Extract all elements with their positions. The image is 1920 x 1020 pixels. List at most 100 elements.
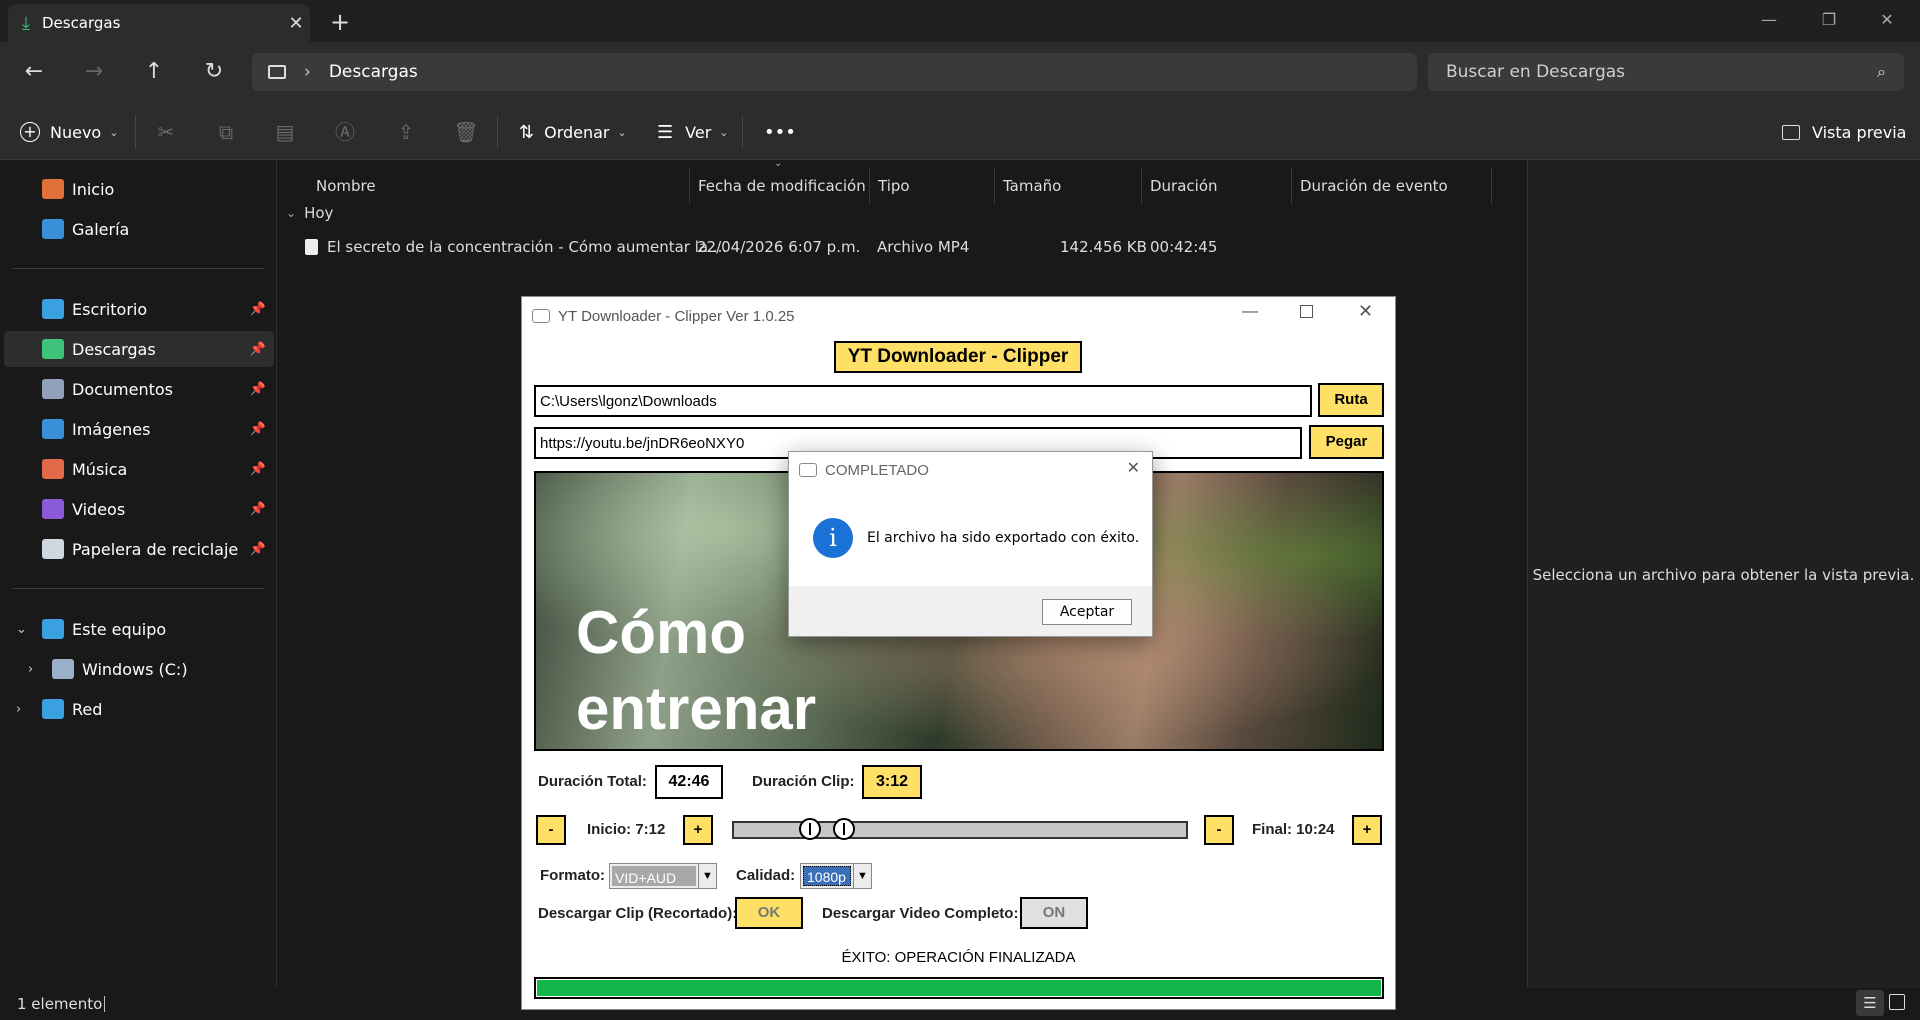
new-button[interactable]: + Nuevo ⌄ [20,118,118,146]
chevron-right-icon[interactable]: › [28,662,33,677]
forward-icon[interactable]: → [76,56,112,88]
status-text: ÉXITO: OPERACIÓN FINALIZADA [841,949,1076,966]
sidebar-item-6[interactable]: Música 📌 [4,451,274,487]
details-view-icon[interactable]: ☰ [1856,990,1884,1016]
format-select[interactable]: VID+AUD ▼ [609,863,717,889]
share-icon[interactable]: ⇪ [391,118,421,146]
range-slider[interactable] [732,818,1188,840]
column-header-duration[interactable]: Duración [1142,168,1292,204]
file-duration: 00:42:45 [1150,238,1218,256]
search-box[interactable]: Buscar en Descargas ⌕ [1428,53,1904,91]
dialog-close-icon[interactable]: ✕ [1127,458,1140,478]
sidebar-item-4[interactable]: Documentos 📌 [4,371,274,407]
desktop-icon [42,299,64,319]
up-icon[interactable]: ↑ [136,56,172,88]
thumbnail-line-2: entrenar [576,675,817,742]
divider [497,115,498,149]
close-tab-icon[interactable]: ✕ [282,13,310,34]
end-handle[interactable] [832,818,855,840]
tab-title: Descargas [41,14,121,32]
cut-icon[interactable]: ✂ [151,118,181,146]
rename-icon[interactable]: Ⓐ [330,118,360,146]
app-window-title: YT Downloader - Clipper Ver 1.0.25 [558,307,795,325]
download-full-label: Descargar Video Completo: [822,905,1019,922]
sidebar-item-9[interactable]: Este equipo ⌄ [4,611,274,647]
path-button[interactable]: Ruta [1318,383,1384,417]
recycle-bin-icon [42,539,64,559]
thumbnail-title: Cómo entrenar [576,595,816,747]
start-handle[interactable] [799,818,822,840]
download-clip-button[interactable]: OK [735,897,803,929]
download-full-button[interactable]: ON [1020,897,1088,929]
view-label: Ver [685,122,712,142]
chevron-right-icon[interactable]: › [16,702,21,717]
end-minus-button[interactable]: - [1204,815,1234,845]
sidebar-item-5[interactable]: Imágenes 📌 [4,411,274,447]
progress-bar [534,977,1384,999]
sidebar-item-label: Descargas [72,339,156,359]
new-tab-icon[interactable]: + [325,8,355,38]
sidebar-item-0[interactable]: Inicio [4,171,274,207]
app-close-icon[interactable]: ✕ [1358,301,1373,322]
sidebar-item-11[interactable]: Red › [4,691,274,727]
more-options-button[interactable]: ••• [764,118,796,146]
ok-button[interactable]: Aceptar [1042,599,1132,625]
sidebar-item-label: Red [72,699,103,719]
preview-pane-button[interactable]: Vista previa [1782,118,1906,146]
divider [135,115,136,149]
close-window-icon[interactable]: ✕ [1864,4,1910,36]
download-icon [42,339,64,359]
sidebar-item-2[interactable]: Escritorio 📌 [4,291,274,327]
restore-icon[interactable]: ❐ [1806,4,1852,36]
total-duration-label: Duración Total: [538,773,647,790]
file-row[interactable]: El secreto de la concentración - Cómo au… [300,234,1492,262]
file-type: Archivo MP4 [877,238,970,256]
paste-icon[interactable]: ▤ [270,118,300,146]
sidebar-item-10[interactable]: Windows (C:) › [4,651,274,687]
copy-icon[interactable]: ⧉ [211,118,241,146]
start-plus-button[interactable]: + [683,815,713,845]
sidebar-divider [12,268,264,269]
navigation-pane [0,160,277,988]
view-button[interactable]: ☰ Ver ⌄ [657,118,728,146]
format-label: Formato: [540,867,605,884]
quality-select[interactable]: 1080p ▼ [800,863,872,889]
column-header-event-duration[interactable]: Duración de evento [1292,168,1492,204]
column-header-type[interactable]: Tipo [870,168,995,204]
pin-icon: 📌 [249,501,266,517]
sort-indicator-icon: ⌄ [774,158,783,169]
chevron-right-icon: › [304,62,311,82]
chevron-down-icon: ⌄ [109,125,119,139]
end-plus-button[interactable]: + [1352,815,1382,845]
sort-button[interactable]: ⇅ Ordenar ⌄ [519,118,627,146]
start-minus-button[interactable]: - [536,815,566,845]
thumbnail-line-1: Cómo [576,599,746,666]
column-header-date[interactable]: Fecha de modificación [690,168,870,204]
tab-descargas[interactable]: ⤓ Descargas ✕ [8,4,310,42]
app-banner: YT Downloader - Clipper [834,341,1082,373]
chevron-down-icon[interactable]: ⌄ [16,622,27,637]
sidebar-item-1[interactable]: Galería [4,211,274,247]
sidebar-item-7[interactable]: Videos 📌 [4,491,274,527]
column-header-name[interactable]: Nombre [308,168,690,204]
gallery-icon [42,219,64,239]
app-maximize-icon[interactable] [1300,305,1313,318]
refresh-icon[interactable]: ↻ [196,56,232,88]
back-icon[interactable]: ← [16,56,52,88]
sidebar-item-3[interactable]: Descargas 📌 [4,331,274,367]
path-field[interactable]: C:\Users\lgonz\Downloads [534,385,1312,417]
group-label: Hoy [304,204,334,222]
sidebar-item-8[interactable]: Papelera de reciclaje 📌 [4,531,274,567]
search-input[interactable]: Buscar en Descargas [1446,62,1625,82]
format-value: VID+AUD [612,866,696,886]
computer-icon [42,619,64,639]
tiles-view-icon[interactable] [1889,994,1905,1010]
column-header-size[interactable]: Tamaño [995,168,1142,204]
delete-icon[interactable]: 🗑 [451,118,481,146]
app-minimize-icon[interactable]: — [1242,303,1258,321]
paste-button[interactable]: Pegar [1309,425,1384,459]
address-bar[interactable]: › Descargas [252,53,1417,91]
address-segment[interactable]: Descargas [329,62,418,82]
minimize-icon[interactable]: — [1746,4,1792,36]
group-header-today[interactable]: ⌄ Hoy [286,204,333,222]
